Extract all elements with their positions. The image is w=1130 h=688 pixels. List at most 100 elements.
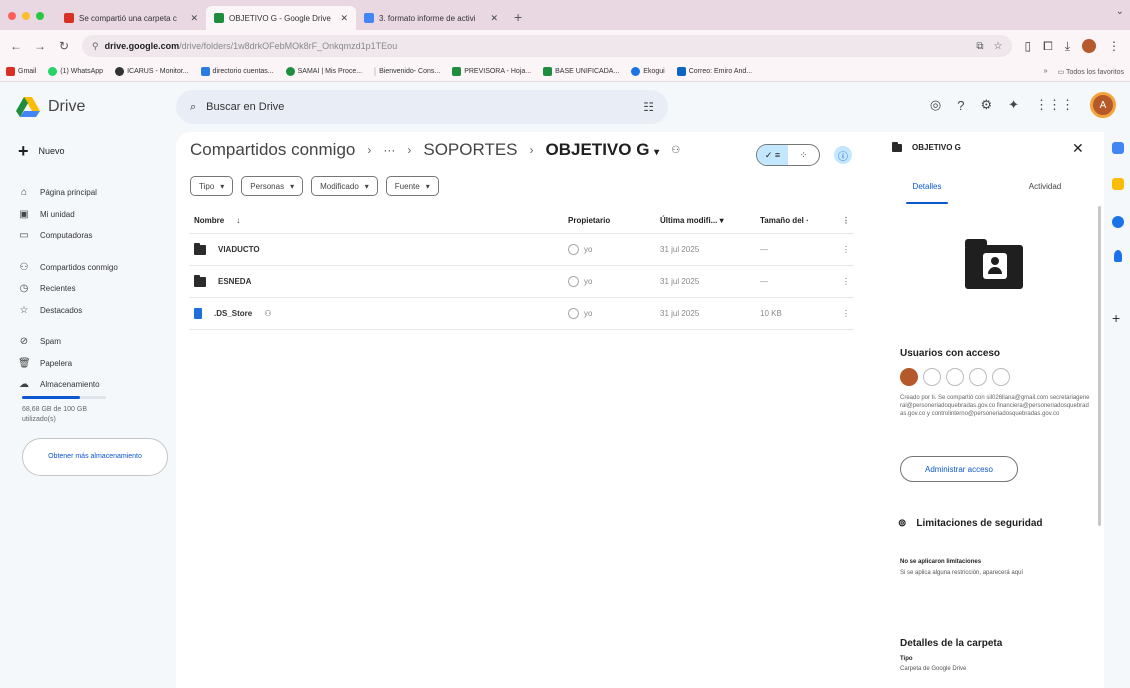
breadcrumb-soportes[interactable]: SOPORTES [423,140,517,160]
bookmark-samai[interactable]: SAMAI | Mis Proce... [285,67,362,76]
tab-search-icon[interactable]: ⌄ [1116,6,1124,17]
get-more-storage-button[interactable]: Obtener más almacenamiento [22,438,168,476]
apps-grid-icon[interactable]: ⋮⋮⋮ [1035,97,1074,113]
browser-tab-docs[interactable]: 3. formato informe de activi ✕ [356,6,506,30]
site-info-icon[interactable]: ⚲ [92,41,99,52]
sidebar-item-shared[interactable]: ⚇ Compartidos conmigo [18,257,168,279]
filter-modified[interactable]: Modificado ▾ [311,176,378,196]
chevron-down-icon: ▾ [220,181,225,191]
reload-icon[interactable]: ↻ [58,39,70,53]
sidebar-item-my-drive[interactable]: ▣ Mi unidad [18,204,168,226]
close-window-button[interactable] [8,12,16,20]
sidebar-item-storage[interactable]: ☁ Almacenamiento [18,374,168,396]
close-tab-icon[interactable]: ✕ [340,13,348,24]
offline-status-icon[interactable]: ◎ [930,97,941,113]
extensions-area: ▯ ⧠ ⤓ ⋮ [1024,39,1120,54]
close-tab-icon[interactable]: ✕ [490,13,498,24]
close-details-icon[interactable]: ✕ [1072,140,1084,157]
sort-arrow-icon[interactable]: ↓ [236,216,240,225]
sidebar-item-recent[interactable]: ◷ Recientes [18,278,168,300]
tab-activity-label: Actividad [1028,182,1062,191]
sidebar-item-starred[interactable]: ☆ Destacados [18,300,168,322]
sidebar-item-trash[interactable]: 🗑 Papelera [18,353,168,375]
ekogui-icon [631,67,641,76]
bookmark-base-unificada[interactable]: BASE UNIFICADA... [543,67,619,76]
browser-tab-gmail[interactable]: Se compartió una carpeta c ✕ [56,6,206,30]
all-bookmarks[interactable]: ▭ Todos los favoritos [1058,68,1124,76]
column-owner[interactable]: Propietario [568,216,660,225]
bookmark-star-icon[interactable]: ☆ [994,41,1003,52]
calendar-icon[interactable] [1112,142,1124,154]
new-tab-button[interactable]: + [506,4,530,30]
bookmark-correo[interactable]: Correo: Emiro And... [676,67,752,76]
filter-people[interactable]: Personas ▾ [241,176,304,196]
tasks-icon[interactable] [1112,216,1124,228]
sidebar-item-computers[interactable]: ▭ Computadoras [18,225,168,247]
contacts-icon[interactable] [1114,250,1122,262]
file-owner: yo [584,277,593,286]
forward-icon[interactable]: → [34,39,46,53]
storage-usage-text: 68,68 GB de 100 GB utilizado(s) [22,406,87,423]
more-actions-icon[interactable]: ⋮ [838,277,854,286]
keep-icon[interactable] [1112,178,1124,190]
search-icon[interactable]: ⌕ [190,101,196,114]
bookmark-gmail[interactable]: Gmail [6,67,36,76]
breadcrumb-ellipsis[interactable]: ··· [383,143,395,157]
owner-avatar [568,276,579,287]
extension-icon[interactable]: ▯ [1024,39,1031,53]
bookmark-previsora[interactable]: PREVISORA - Hoja... [452,67,531,76]
bookmark-bienvenido[interactable]: Bienvenido- Cons... [374,67,440,76]
grid-view-button[interactable]: ⁘ [788,145,819,165]
list-view-button[interactable]: ✓ ≡ [757,145,788,165]
table-row[interactable]: .DS_Store ⚇ yo 31 jul 2025 10 KB ⋮ [190,298,854,330]
gemini-icon[interactable]: ✦ [1008,97,1019,113]
browser-tab-drive[interactable]: OBJETIVO G - Google Drive ✕ [206,6,356,30]
access-avatars[interactable] [900,368,1010,386]
details-scrollbar[interactable] [1098,206,1101,526]
filter-type[interactable]: Tipo ▾ [190,176,234,196]
download-icon[interactable]: ⤓ [1065,39,1070,54]
account-avatar[interactable]: A [1090,92,1116,118]
drive-brand[interactable]: Drive [16,97,176,117]
tab-details[interactable]: Detalles [868,182,986,204]
column-options-icon[interactable]: ⋮ [838,216,854,225]
tab-activity[interactable]: Actividad [986,182,1104,204]
back-icon[interactable]: ← [10,39,22,53]
settings-gear-icon[interactable]: ⚙ [980,97,992,113]
filter-source[interactable]: Fuente ▾ [385,176,439,196]
maximize-window-button[interactable] [36,12,44,20]
search-options-icon[interactable]: ☷ [643,100,654,114]
sidebar-item-spam[interactable]: ⊘ Spam [18,331,168,353]
browser-menu-icon[interactable]: ⋮ [1108,39,1120,53]
close-tab-icon[interactable]: ✕ [190,13,198,24]
column-modified[interactable]: Última modifi... ▾ [660,216,760,225]
help-icon[interactable]: ? [957,98,964,113]
translate-icon[interactable]: ⧉ [976,41,983,52]
puzzle-icon[interactable]: ⧠ [1043,39,1053,54]
file-owner: yo [584,245,593,254]
bookmark-whatsapp[interactable]: (1) WhatsApp [48,67,103,76]
browser-profile-avatar[interactable] [1082,39,1096,53]
bookmark-ekogui[interactable]: Ekogui [631,67,665,76]
minimize-window-button[interactable] [22,12,30,20]
breadcrumb-current[interactable]: OBJETIVO G ▾ [546,140,660,160]
search-input[interactable]: ⌕ Buscar en Drive ☷ [176,90,668,124]
more-actions-icon[interactable]: ⋮ [838,309,854,318]
bookmark-icarus[interactable]: ICARUS - Monitor... [115,67,189,76]
url-field[interactable]: ⚲ drive.google.com/drive/folders/1w8drkO… [82,35,1013,57]
new-button[interactable]: + Nuevo [18,140,65,162]
sidebar-item-home[interactable]: ⌂ Página principal [18,182,168,204]
manage-access-button[interactable]: Administrar acceso [900,456,1018,482]
details-info-button[interactable]: ⓘ [834,146,852,164]
column-size[interactable]: Tamaño del · [760,216,838,225]
more-bookmarks-icon[interactable]: » [1044,68,1048,76]
column-name[interactable]: Nombre ↓ [190,216,568,225]
bookmark-directorio[interactable]: directorio cuentas... [200,67,274,76]
table-row[interactable]: ESNEDA yo 31 jul 2025 — ⋮ [190,266,854,298]
table-row[interactable]: VIADUCTO yo 31 jul 2025 — ⋮ [190,234,854,266]
breadcrumb-shared[interactable]: Compartidos conmigo [190,140,355,160]
add-addon-icon[interactable]: + [1112,310,1120,326]
chevron-down-icon: ▾ [654,147,660,158]
sidebar-item-label: Papelera [40,358,73,368]
more-actions-icon[interactable]: ⋮ [838,245,854,254]
